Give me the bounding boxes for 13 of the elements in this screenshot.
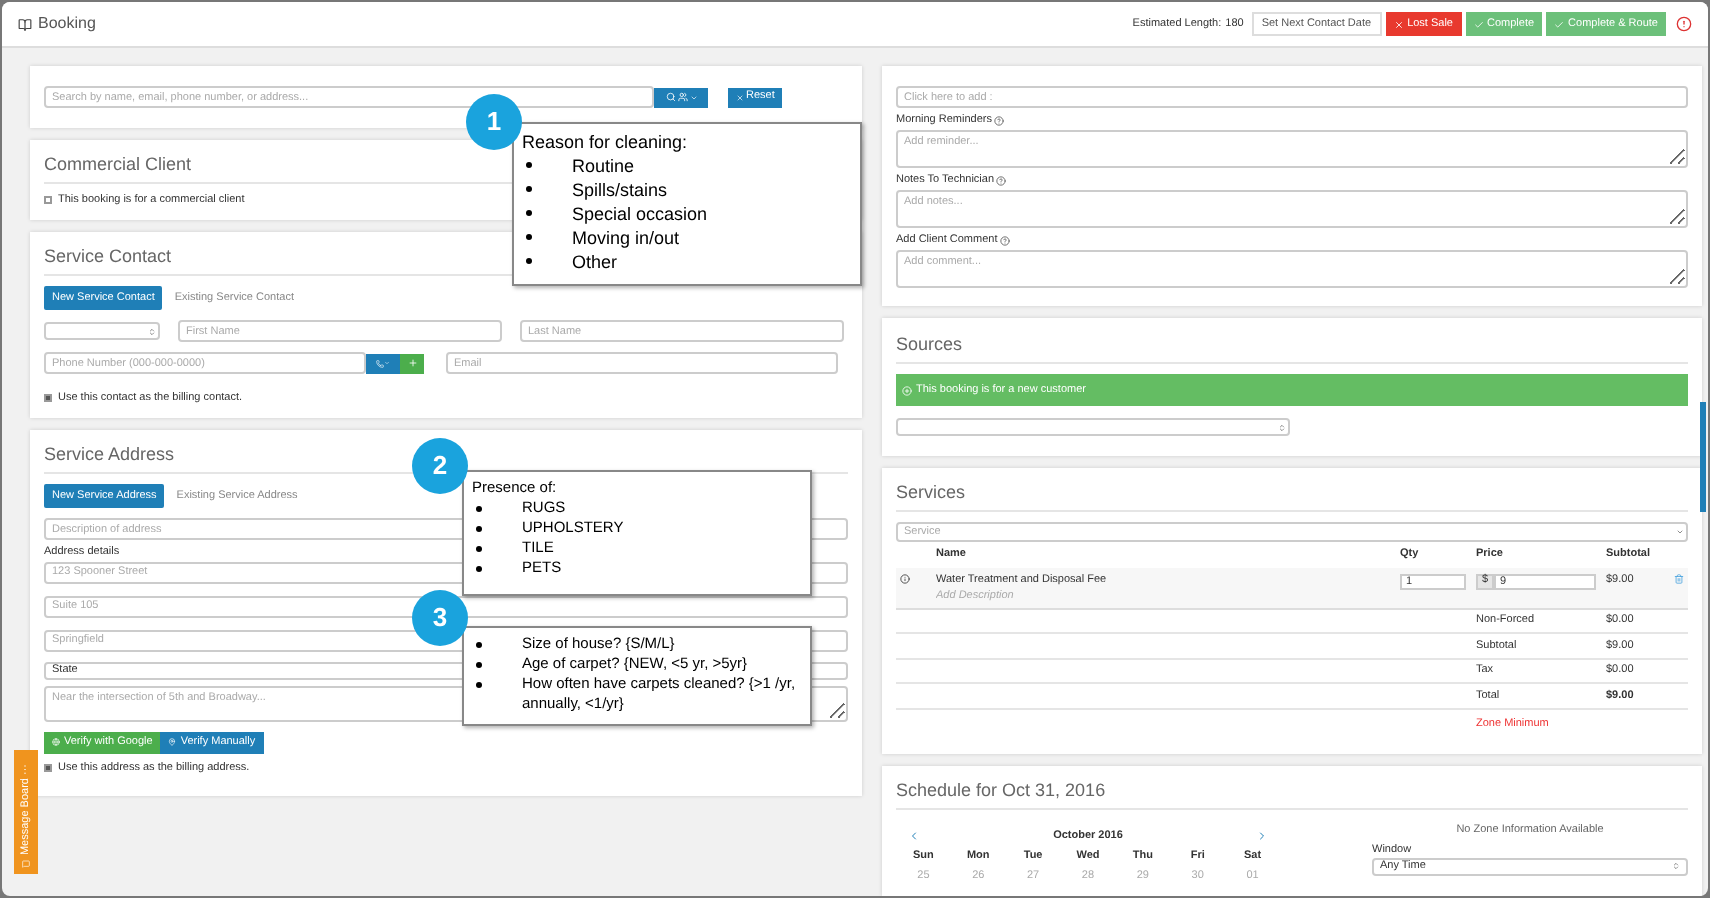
section-title: Commercial Client [44, 154, 192, 174]
window-title: Booking [38, 14, 96, 34]
callout-title: Reason for cleaning: [522, 130, 690, 154]
section-title: Service Address [44, 444, 175, 464]
section-title: Services [896, 482, 966, 502]
callout-item: Special occasion [572, 202, 708, 226]
callout-item: Other [572, 250, 618, 274]
callout-item: Spills/stains [572, 178, 668, 202]
section-title: Schedule for Oct 31, 2016 [896, 780, 1106, 800]
callout-item: Routine [572, 154, 635, 178]
callout-item: Moving in/out [572, 226, 680, 250]
section-title: Sources [896, 334, 963, 354]
section-title: Service Contact [44, 246, 172, 266]
